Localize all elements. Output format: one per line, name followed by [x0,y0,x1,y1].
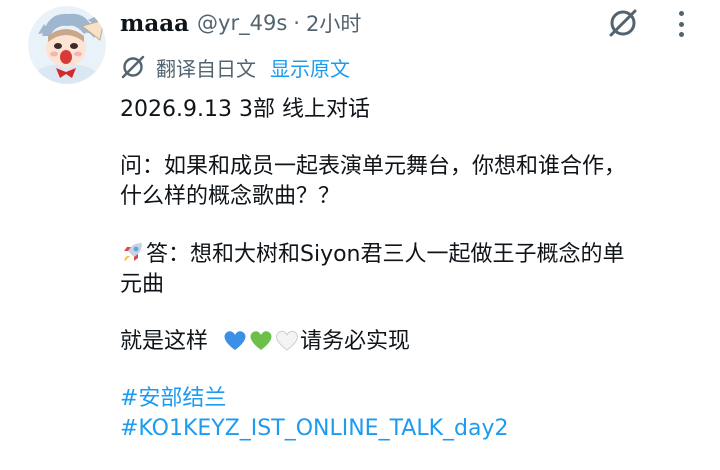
user-handle[interactable]: @yr_49s [197,11,287,35]
answer-line-1: 答：想和大树和Siyon君三人一起做王子概念的单 [120,239,710,270]
show-original-link[interactable]: 显示原文 [270,53,350,82]
hashtag-link[interactable]: #KO1KEYZ_IST_ONLINE_TALK_day2 [120,414,710,444]
hashtag-link[interactable]: #安部结兰 [120,384,710,414]
grok-slash-circle-icon [609,9,637,37]
separator-dot: · [293,11,300,35]
cartoon-avatar-icon [28,6,106,84]
tweet-body: 2026.9.13 3部 线上对话 问：如果和成员一起表演单元舞台，你想和谁合作… [120,95,710,444]
grok-translate-icon [121,55,145,79]
white-heart-icon [276,330,298,351]
vertical-ellipsis-icon [678,11,684,16]
closing-line: 就是这样 请务必实现 [120,327,710,357]
timestamp[interactable]: 2小时 [306,8,361,38]
answer-line-2: 元曲 [120,272,165,297]
grok-button[interactable] [606,6,640,40]
display-name[interactable]: maaa [120,10,189,37]
avatar[interactable] [28,6,106,84]
question-line-1: 问：如果和成员一起表演单元舞台，你想和谁合作， [120,154,627,179]
question-line-2: 什么样的概念歌曲？？ [120,184,341,209]
closing-prefix: 就是这样 [120,329,209,354]
answer-text-1: 答：想和大树和Siyon君三人一起做王子概念的单 [146,242,625,267]
date-line: 2026.9.13 3部 线上对话 [120,97,370,122]
more-options-button[interactable] [670,8,692,40]
green-heart-icon [250,331,272,350]
tweet-header: maaa @yr_49s · 2小时 [120,8,361,38]
blue-heart-icon [224,331,246,350]
closing-text: 请务必实现 [300,329,411,354]
translated-from-label: 翻译自日文 [156,56,256,81]
rocket-icon [124,243,142,261]
translation-bar: 翻译自日文 显示原文 [120,52,350,82]
